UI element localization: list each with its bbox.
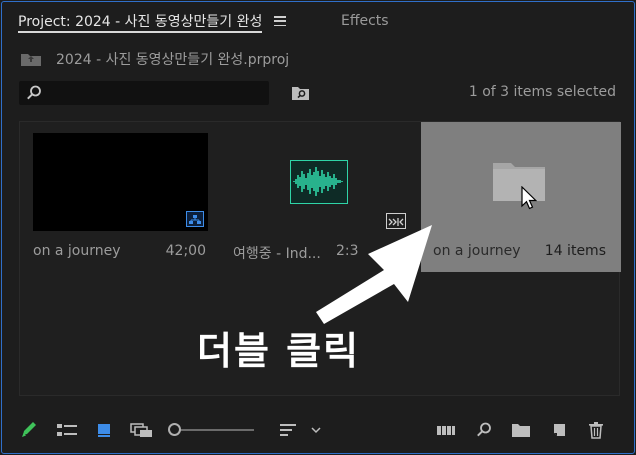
tab-project[interactable]: Project: 2024 - 사진 동영상만들기 완성 <box>18 2 287 40</box>
annotation-label: 더블 클릭 <box>197 329 361 373</box>
pencil-icon <box>22 422 36 437</box>
audio-waveform-thumbnail <box>290 160 348 204</box>
new-bin-icon <box>512 424 530 437</box>
item-name: on a journey <box>33 243 121 259</box>
project-file-name: 2024 - 사진 동영상만들기 완성.prproj <box>56 52 290 68</box>
zoom-slider-handle[interactable] <box>168 423 181 436</box>
icon-view-icon <box>98 424 110 437</box>
item-duration: 42;00 <box>165 243 206 259</box>
automate-to-sequence-button[interactable] <box>433 412 459 448</box>
tab-effects[interactable]: Effects <box>341 2 389 40</box>
sequence-thumbnail <box>33 133 208 231</box>
project-item-sequence[interactable]: on a journey 42;00 <box>20 122 220 272</box>
project-panel: Project: 2024 - 사진 동영상만들기 완성 Effects 202… <box>1 1 635 454</box>
find-bin-icon[interactable] <box>291 85 311 101</box>
chevron-down-icon <box>311 427 321 434</box>
project-folder-icon <box>21 54 41 66</box>
list-view-button[interactable] <box>53 412 81 448</box>
bin-folder-icon <box>493 163 545 201</box>
panel-menu-icon[interactable] <box>274 16 287 26</box>
item-count: 14 items <box>544 243 606 259</box>
sort-dropdown[interactable] <box>307 412 325 448</box>
bottom-toolbar <box>2 412 636 448</box>
item-name: on a journey <box>433 243 521 259</box>
mouse-cursor-icon <box>521 186 537 210</box>
tab-effects-label: Effects <box>341 13 389 29</box>
annotation-arrow-icon <box>316 225 432 324</box>
project-file-row: 2024 - 사진 동영상만들기 완성.prproj <box>20 48 289 70</box>
tab-project-label: Project: 2024 - 사진 동영상만들기 완성 <box>18 14 263 30</box>
trash-icon <box>589 422 603 439</box>
find-icon <box>477 422 491 437</box>
sort-icons-button[interactable] <box>274 412 302 448</box>
write-protect-button[interactable] <box>16 412 42 448</box>
sort-icon <box>280 424 296 436</box>
search-input[interactable] <box>19 81 269 105</box>
clear-button[interactable] <box>583 412 609 448</box>
new-item-icon <box>554 424 565 436</box>
active-tab-underline <box>18 31 263 33</box>
new-item-button[interactable] <box>546 412 572 448</box>
list-view-icon <box>57 424 77 436</box>
zoom-slider-track[interactable] <box>179 429 254 431</box>
find-button[interactable] <box>471 412 497 448</box>
sequence-icon <box>186 211 204 227</box>
freeform-view-button[interactable] <box>127 412 157 448</box>
automate-to-sequence-icon <box>437 426 455 435</box>
new-bin-button[interactable] <box>507 412 535 448</box>
freeform-view-icon <box>130 423 152 437</box>
icon-view-button[interactable] <box>91 412 117 448</box>
search-icon <box>27 85 41 100</box>
selection-status: 1 of 3 items selected <box>468 84 616 100</box>
project-item-bin[interactable]: on a journey 14 items <box>421 122 621 272</box>
